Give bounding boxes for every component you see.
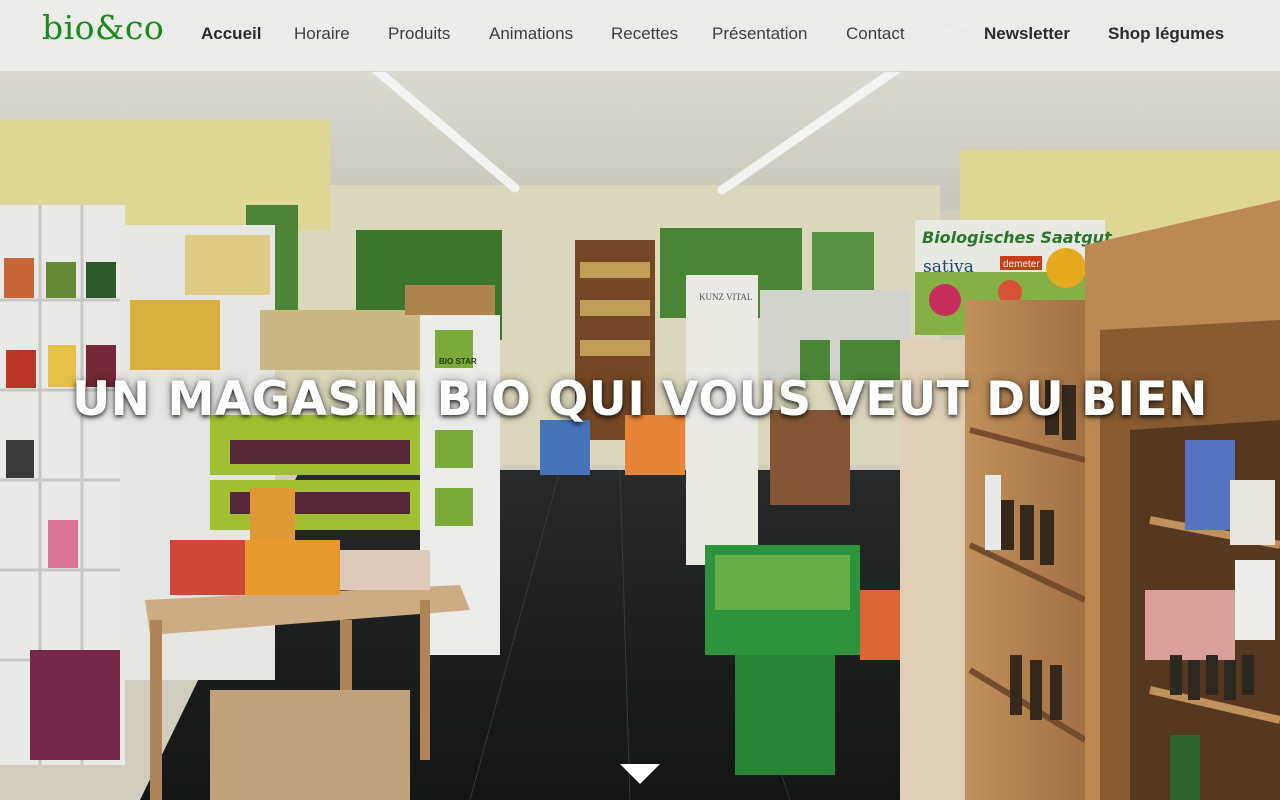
- top-navbar: bio&co Accueil Horaire Produits Animatio…: [0, 0, 1280, 72]
- nav-item-recettes[interactable]: Recettes: [611, 24, 678, 44]
- hero-section: BIO STAR KUNZ VITAL Biologisches Saatgut…: [0, 0, 1280, 800]
- nav-item-presentation[interactable]: Présentation: [712, 24, 807, 44]
- chevron-down-icon: [620, 764, 660, 784]
- nav-item-newsletter[interactable]: Newsletter: [984, 24, 1070, 44]
- nav-item-produits[interactable]: Produits: [388, 24, 450, 44]
- nav-item-contact[interactable]: Contact: [846, 24, 905, 44]
- nav-item-horaire[interactable]: Horaire: [294, 24, 350, 44]
- nav-item-shop-legumes[interactable]: Shop légumes: [1108, 24, 1224, 44]
- hero-headline: UN MAGASIN BIO QUI VOUS VEUT DU BIEN: [72, 372, 1208, 427]
- site-logo[interactable]: bio&co: [42, 8, 164, 47]
- nav-item-accueil[interactable]: Accueil: [201, 24, 261, 44]
- nav-item-animations[interactable]: Animations: [489, 24, 573, 44]
- scroll-down-button[interactable]: [620, 764, 660, 786]
